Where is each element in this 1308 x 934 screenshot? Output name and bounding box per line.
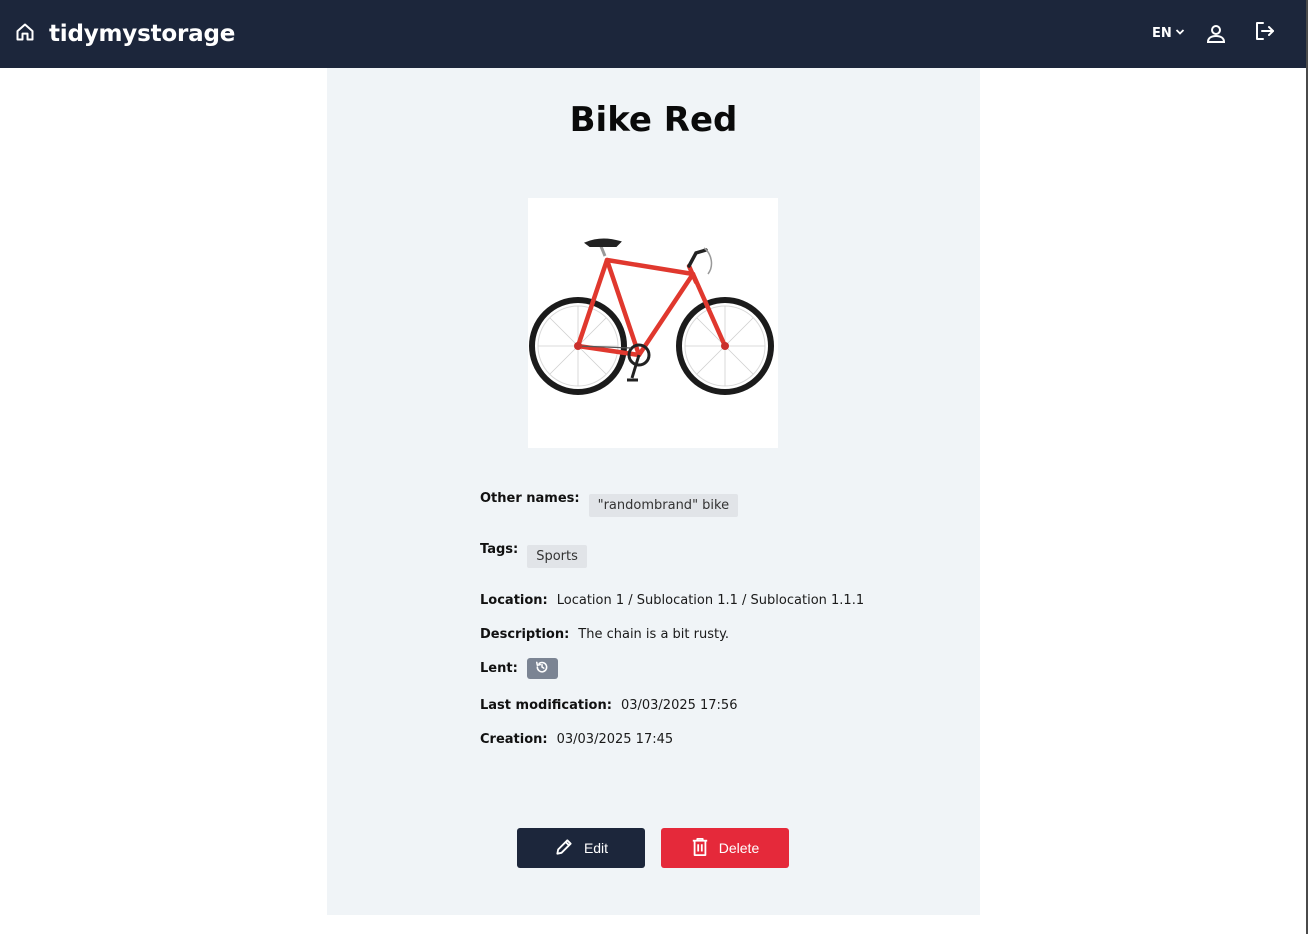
last-modification-label: Last modification: (480, 698, 612, 713)
bicycle-image (529, 238, 774, 395)
description-value: The chain is a bit rusty. (578, 627, 730, 642)
chevron-down-icon (1175, 26, 1185, 41)
lent-row: Lent: (480, 658, 558, 679)
logout-button[interactable] (1253, 19, 1277, 43)
edit-label: Edit (583, 840, 609, 856)
delete-button[interactable]: Delete (661, 828, 789, 868)
lent-label: Lent: (480, 661, 518, 676)
delete-label: Delete (718, 840, 760, 856)
other-names-row: Other names: "randombrand" bike (480, 488, 739, 517)
tag-chip: Sports (527, 545, 587, 568)
creation-label: Creation: (480, 732, 548, 747)
other-name-chip: "randombrand" bike (588, 494, 739, 517)
item-detail-card: Bike Red Other names: "randombrand" bike… (327, 68, 980, 915)
location-label: Location: (480, 593, 548, 608)
lent-history-button[interactable] (526, 658, 558, 679)
logout-icon (1253, 22, 1277, 47)
creation-row: Creation: 03/03/2025 17:45 (480, 732, 673, 747)
last-modification-row: Last modification: 03/03/2025 17:56 (480, 698, 737, 713)
top-navbar: tidymystorage EN (0, 0, 1306, 68)
edit-button[interactable]: Edit (517, 828, 645, 868)
description-row: Description: The chain is a bit rusty. (480, 627, 729, 642)
tags-label: Tags: (480, 542, 519, 557)
creation-value: 03/03/2025 17:45 (556, 732, 674, 747)
tags-row: Tags: Sports (480, 539, 587, 568)
user-profile-button[interactable] (1204, 22, 1228, 46)
brand-name: tidymystorage (49, 21, 236, 47)
location-row: Location: Location 1 / Sublocation 1.1 /… (480, 593, 864, 608)
home-link[interactable]: tidymystorage (15, 20, 235, 48)
item-title: Bike Red (569, 100, 738, 140)
last-modification-value: 03/03/2025 17:56 (620, 698, 738, 713)
home-icon (15, 22, 35, 46)
language-label: EN (1152, 25, 1172, 41)
description-label: Description: (480, 627, 570, 642)
history-icon (535, 660, 549, 678)
pencil-icon (554, 837, 574, 860)
location-value: Location 1 / Sublocation 1.1 / Sublocati… (556, 593, 865, 608)
trash-icon (691, 837, 709, 860)
user-icon (1204, 25, 1228, 50)
item-photo (528, 198, 778, 448)
other-names-label: Other names: (480, 491, 580, 506)
language-selector[interactable]: EN (1152, 24, 1185, 42)
